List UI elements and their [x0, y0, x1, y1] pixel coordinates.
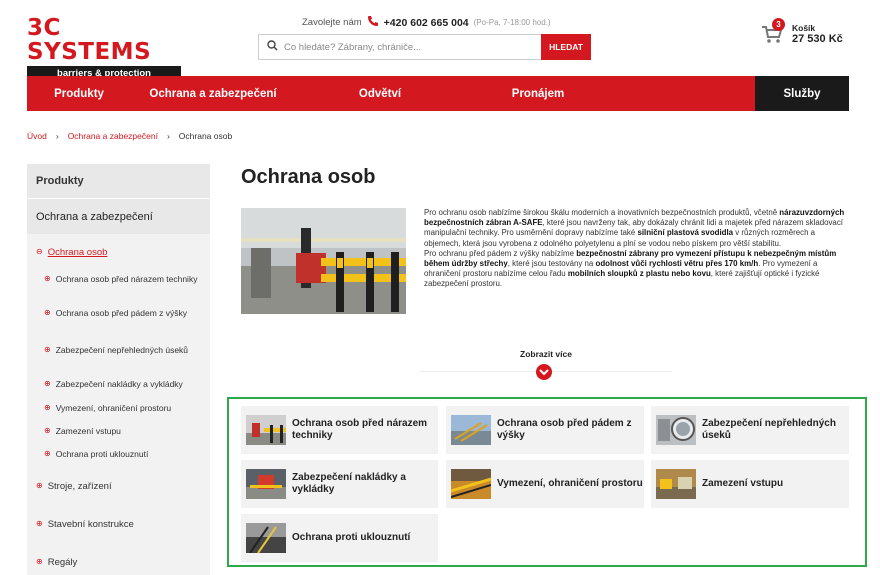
sidebar-item-label: Ochrana osob	[47, 247, 108, 258]
category-title: Zabezpečení nakládky a vykládky	[292, 472, 406, 495]
hero-image	[241, 208, 406, 314]
sidebar-subitem-label: Zamezení vstupu	[55, 426, 121, 436]
breadcrumb-current: Ochrana osob	[178, 131, 233, 141]
search-icon	[267, 40, 278, 54]
category-title: Zabezpečení nepřehledných úseků	[702, 418, 836, 441]
category-thumbnail	[246, 415, 286, 445]
category-card[interactable]: Ochrana osob před nárazem techniky	[241, 406, 438, 454]
category-card[interactable]: Zabezpečení nakládky a vykládky	[241, 460, 438, 508]
page-title: Ochrana osob	[241, 166, 376, 188]
category-title: Ochrana osob před pádem z výšky	[497, 418, 632, 441]
category-thumbnail	[451, 469, 491, 499]
search-bar: Co hledáte? Zábrany, chrániče... HLEDAT	[258, 34, 591, 60]
sidebar-subitem-label: Ochrana osob před pádem z výšky	[55, 308, 188, 318]
category-thumbnail	[451, 415, 491, 445]
sidebar-subitem[interactable]: ⊕ Ochrana osob před pádem z výšky	[27, 308, 210, 345]
sidebar-item-label: Regály	[47, 557, 78, 568]
category-card[interactable]: Zabezpečení nepřehledných úseků	[651, 406, 849, 454]
contact-row: Zavolejte nám +420 602 665 004 (Po-Pa, 7…	[302, 15, 551, 30]
sidebar-item-ochrana-osob[interactable]: ⊖ Ochrana osob	[27, 234, 210, 274]
category-card[interactable]: Vymezení, ohraničení prostoru	[446, 460, 644, 508]
phone-number[interactable]: +420 602 665 004	[384, 17, 469, 29]
breadcrumb-separator: ›	[166, 131, 170, 141]
nav-item-ochrana[interactable]: Ochrana a zabezpečení	[131, 76, 295, 111]
category-title: Vymezení, ohraničení prostoru	[497, 478, 643, 489]
category-card[interactable]: Ochrana proti uklouznutí	[241, 514, 438, 562]
breadcrumb-home[interactable]: Úvod	[27, 131, 47, 141]
plus-circle-icon: ⊕	[36, 557, 43, 566]
nav-item-odvetvi[interactable]: Odvětví	[295, 76, 465, 111]
sidebar-item-label: Stroje, zařízení	[47, 481, 112, 492]
logo[interactable]: 3C SYSTEMS barriers & protection	[27, 16, 182, 81]
sidebar-subitem[interactable]: ⊕ Ochrana proti uklouznutí	[27, 449, 210, 481]
breadcrumb: Úvod › Ochrana a zabezpečení › Ochrana o…	[27, 131, 232, 141]
sidebar-subitem[interactable]: ⊕ Zabezpečení nepřehledných úseků	[27, 345, 210, 379]
category-thumbnail	[656, 469, 696, 499]
plus-circle-icon: ⊕	[44, 345, 51, 354]
plus-circle-icon: ⊕	[36, 519, 43, 528]
nav-item-pronajem[interactable]: Pronájem	[465, 76, 611, 111]
sidebar-subitem-label: Vymezení, ohraničení prostoru	[55, 403, 172, 413]
category-title: Ochrana osob před nárazem techniky	[292, 418, 428, 441]
call-label: Zavolejte nám	[302, 17, 362, 28]
search-input[interactable]: Co hledáte? Zábrany, chrániče...	[258, 34, 541, 60]
page-description: Pro ochranu osob nabízíme širokou škálu …	[424, 208, 845, 289]
breadcrumb-separator: ›	[55, 131, 59, 141]
main-nav: Produkty Ochrana a zabezpečení Odvětví P…	[27, 76, 849, 111]
nav-item-produkty[interactable]: Produkty	[27, 76, 131, 111]
phone-icon	[367, 15, 379, 30]
sidebar-item-stroje[interactable]: ⊕ Stroje, zařízení	[27, 481, 210, 519]
sidebar-subitem-label: Ochrana osob před nárazem techniky	[55, 274, 198, 284]
cart-count-badge: 3	[772, 18, 785, 31]
plus-circle-icon: ⊕	[36, 481, 43, 490]
search-placeholder: Co hledáte? Zábrany, chrániče...	[284, 41, 422, 53]
plus-circle-icon: ⊕	[44, 308, 51, 317]
sidebar-item-regaly[interactable]: ⊕ Regály	[27, 557, 210, 575]
plus-circle-icon: ⊕	[44, 426, 51, 435]
minus-circle-icon: ⊖	[36, 247, 43, 256]
category-thumbnail	[656, 415, 696, 445]
sidebar-item-ochrana[interactable]: Ochrana a zabezpečení	[27, 198, 210, 234]
sidebar-subitem[interactable]: ⊕ Zamezení vstupu	[27, 426, 210, 449]
sidebar-subitem[interactable]: ⊕ Vymezení, ohraničení prostoru	[27, 403, 210, 426]
sidebar-subitem[interactable]: ⊕ Zabezpečení nakládky a vykládky	[27, 379, 210, 403]
plus-circle-icon: ⊕	[44, 274, 51, 283]
logo-title: 3C SYSTEMS	[27, 15, 152, 65]
plus-circle-icon: ⊕	[44, 403, 51, 412]
breadcrumb-parent[interactable]: Ochrana a zabezpečení	[68, 131, 158, 141]
category-thumbnail	[246, 469, 286, 499]
category-title: Ochrana proti uklouznutí	[292, 532, 411, 543]
sidebar-item-konstrukce[interactable]: ⊕ Stavební konstrukce	[27, 519, 210, 557]
sidebar-item-produkty[interactable]: Produkty	[27, 164, 210, 198]
category-thumbnail	[246, 523, 286, 553]
cart[interactable]: 3 Košík 27 530 Kč	[760, 18, 843, 46]
sidebar-subitem-label: Zabezpečení nepřehledných úseků	[55, 345, 189, 355]
sidebar-subitem-label: Ochrana proti uklouznutí	[55, 449, 149, 459]
category-card[interactable]: Ochrana osob před pádem z výšky	[446, 406, 644, 454]
sidebar: Produkty Ochrana a zabezpečení ⊖ Ochrana…	[27, 164, 210, 575]
plus-circle-icon: ⊕	[44, 379, 51, 388]
sidebar-subitem-label: Zabezpečení nakládky a vykládky	[55, 379, 183, 389]
cart-icon: 3	[760, 18, 786, 46]
sidebar-item-label: Stavební konstrukce	[47, 519, 134, 530]
search-button[interactable]: HLEDAT	[541, 34, 591, 60]
cart-total: 27 530 Kč	[792, 33, 843, 45]
opening-hours: (Po-Pa, 7-18:00 hod.)	[473, 18, 551, 27]
show-more-label[interactable]: Zobrazit více	[420, 349, 672, 359]
sidebar-subitem[interactable]: ⊕ Ochrana osob před nárazem techniky	[27, 274, 210, 308]
chevron-down-icon[interactable]	[536, 364, 552, 380]
nav-item-sluzby[interactable]: Služby	[755, 76, 849, 111]
category-card[interactable]: Zamezení vstupu	[651, 460, 849, 508]
plus-circle-icon: ⊕	[44, 449, 51, 458]
category-title: Zamezení vstupu	[702, 478, 784, 489]
